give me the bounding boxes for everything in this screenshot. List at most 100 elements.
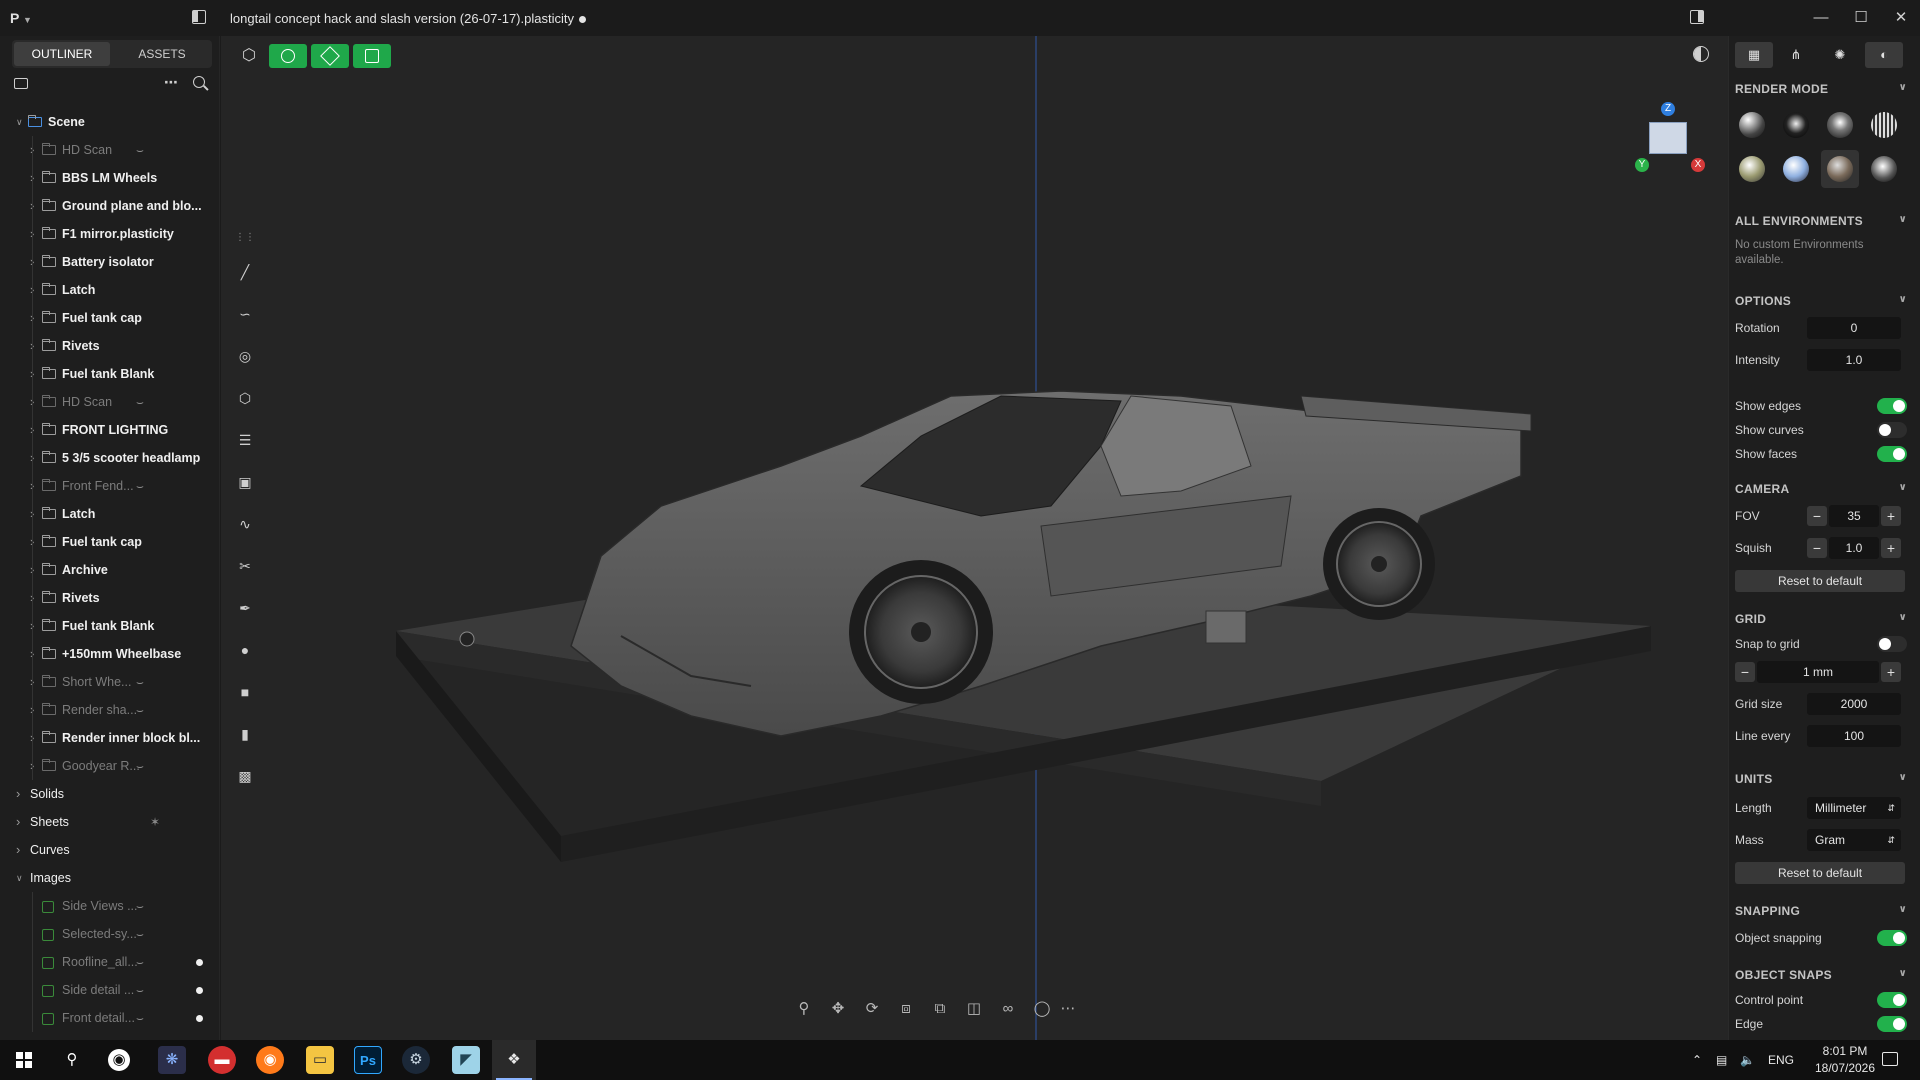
grid-step-decrement-button[interactable]: −: [1735, 662, 1755, 682]
edge-snap-toggle[interactable]: [1877, 1016, 1907, 1032]
app-menu-button[interactable]: P ▼: [10, 10, 32, 26]
xray-toggle-icon[interactable]: [1693, 46, 1709, 62]
notifications-icon[interactable]: [1882, 1052, 1898, 1066]
grid-size-input[interactable]: 2000: [1807, 693, 1901, 715]
spiral-tool-icon[interactable]: ☰: [233, 428, 257, 452]
rectangle-tool-icon[interactable]: ▣: [233, 470, 257, 494]
rotation-input[interactable]: 0: [1807, 317, 1901, 339]
matcap-swatch[interactable]: [1783, 156, 1809, 182]
photoshop-icon[interactable]: Ps: [354, 1046, 382, 1074]
intensity-input[interactable]: 1.0: [1807, 349, 1901, 371]
spline-tool-icon[interactable]: ∿: [233, 512, 257, 536]
matcap-swatch[interactable]: [1871, 112, 1897, 138]
3d-viewport[interactable]: ⬡ Z Y X ⋮⋮ ╱ ∽ ◎ ⬡ ☰ ▣ ∿ ✂ ✒ ● ■ ▮ ▩ ⚲ ✥…: [221, 36, 1728, 1040]
snap-to-grid-toggle[interactable]: [1877, 636, 1907, 652]
more-options-icon[interactable]: ⋯: [164, 74, 178, 91]
squish-increment-button[interactable]: +: [1881, 538, 1901, 558]
duplicate-icon[interactable]: ⧉: [927, 996, 953, 1022]
curve-tool-icon[interactable]: ∽: [233, 302, 257, 326]
edge-select-button[interactable]: [311, 44, 349, 68]
volume-icon[interactable]: 🔈: [1740, 1040, 1755, 1080]
vertex-select-button[interactable]: [269, 44, 307, 68]
grid-step-input[interactable]: 1 mm: [1757, 661, 1879, 683]
hidden-eye-icon[interactable]: ⌣: [136, 752, 152, 780]
tray-chevron-icon[interactable]: ⌃: [1692, 1040, 1702, 1080]
grid-section[interactable]: GRID ∨: [1729, 612, 1920, 632]
mirror-icon[interactable]: ◫: [961, 996, 987, 1022]
cut-tool-icon[interactable]: ✂: [233, 554, 257, 578]
visibility-off-icon[interactable]: ✶: [150, 808, 166, 836]
transform-tab-icon[interactable]: ⋔: [1777, 42, 1815, 68]
more-tools-icon[interactable]: ⋯: [1055, 996, 1081, 1022]
hidden-eye-icon[interactable]: ⌣: [136, 976, 152, 1004]
cylinder-tool-icon[interactable]: ▮: [233, 722, 257, 746]
rotate-icon[interactable]: ⟳: [859, 996, 885, 1022]
network-icon[interactable]: ▤: [1716, 1040, 1727, 1080]
tree-group-item[interactable]: ∨ Images: [0, 864, 218, 892]
hidden-eye-icon[interactable]: ⌣: [136, 388, 152, 416]
search-icon[interactable]: ⚲: [58, 1046, 86, 1074]
clock[interactable]: 8:01 PM 18/07/2026: [1810, 1043, 1880, 1077]
squish-decrement-button[interactable]: −: [1807, 538, 1827, 558]
matcap-swatch[interactable]: [1739, 156, 1765, 182]
box-tool-icon[interactable]: ■: [233, 680, 257, 704]
scale-icon[interactable]: ⧈: [893, 996, 919, 1022]
length-select[interactable]: Millimeter ⇵: [1807, 797, 1901, 819]
minimize-button[interactable]: —: [1806, 6, 1836, 30]
render-mode-section[interactable]: RENDER MODE ∨: [1729, 82, 1920, 102]
squish-input[interactable]: 1.0: [1829, 537, 1879, 559]
tree-scene-folder[interactable]: ∨ Scene: [0, 108, 218, 136]
zoom-icon[interactable]: ⚲: [791, 996, 817, 1022]
object-snapping-toggle[interactable]: [1877, 930, 1907, 946]
show-edges-toggle[interactable]: [1877, 398, 1907, 414]
davinci-icon[interactable]: ❋: [158, 1046, 186, 1074]
new-folder-icon[interactable]: [14, 78, 28, 89]
hidden-eye-icon[interactable]: ⌣: [136, 668, 152, 696]
matcap-swatch[interactable]: [1827, 112, 1853, 138]
sidebar-toggle-icon[interactable]: [192, 10, 206, 24]
polygon-tool-icon[interactable]: ⬡: [233, 386, 257, 410]
chevron-down-icon[interactable]: ∨: [16, 864, 26, 892]
hidden-eye-icon[interactable]: ⌣: [136, 892, 152, 920]
circle-tool-icon[interactable]: ◎: [233, 344, 257, 368]
show-curves-toggle[interactable]: [1877, 422, 1907, 438]
move-icon[interactable]: ✥: [825, 996, 851, 1022]
hidden-eye-icon[interactable]: ⌣: [136, 696, 152, 724]
matcap-swatch-selected[interactable]: [1827, 156, 1853, 182]
y-axis-icon[interactable]: Y: [1635, 158, 1649, 172]
boolean-icon[interactable]: ◯: [1029, 996, 1055, 1022]
line-every-input[interactable]: 100: [1807, 725, 1901, 747]
panel-toggle-icon[interactable]: [1690, 10, 1704, 24]
material-tab-icon[interactable]: ✺: [1821, 42, 1859, 68]
tree-group-item[interactable]: › Solids: [0, 780, 218, 808]
app-red-icon[interactable]: ▬: [208, 1046, 236, 1074]
show-faces-toggle[interactable]: [1877, 446, 1907, 462]
object-snaps-section[interactable]: OBJECT SNAPS ∨: [1729, 968, 1920, 988]
drag-handle-icon[interactable]: ⋮⋮: [233, 226, 257, 250]
z-axis-icon[interactable]: Z: [1661, 102, 1675, 116]
app-blue-icon[interactable]: ◤: [452, 1046, 480, 1074]
maximize-button[interactable]: ☐: [1846, 6, 1876, 30]
hidden-eye-icon[interactable]: ⌣: [136, 948, 152, 976]
chevron-right-icon[interactable]: ›: [16, 780, 26, 808]
boolean-tool-icon[interactable]: ▩: [233, 764, 257, 788]
windows-start-icon[interactable]: [10, 1046, 38, 1074]
tree-group-item[interactable]: › Curves: [0, 836, 218, 864]
link-icon[interactable]: ∞: [995, 996, 1021, 1022]
tree-group-item[interactable]: › Sheets ✶: [0, 808, 218, 836]
plasticity-icon[interactable]: ❖: [500, 1046, 528, 1074]
face-select-button[interactable]: [353, 44, 391, 68]
language-indicator[interactable]: ENG: [1768, 1040, 1794, 1080]
environments-section[interactable]: ALL ENVIRONMENTS ∨: [1729, 214, 1920, 234]
select-mode-icon[interactable]: ⬡: [239, 46, 259, 66]
matcap-swatch[interactable]: [1739, 112, 1765, 138]
control-point-toggle[interactable]: [1877, 992, 1907, 1008]
fov-decrement-button[interactable]: −: [1807, 506, 1827, 526]
chrome-icon[interactable]: ◉: [108, 1049, 130, 1071]
render-tab-icon[interactable]: ▦: [1735, 42, 1773, 68]
firefox-icon[interactable]: ◉: [256, 1046, 284, 1074]
mass-select[interactable]: Gram ⇵: [1807, 829, 1901, 851]
sphere-tool-icon[interactable]: ●: [233, 638, 257, 662]
file-explorer-icon[interactable]: ▭: [306, 1046, 334, 1074]
units-reset-button[interactable]: Reset to default: [1735, 862, 1905, 884]
